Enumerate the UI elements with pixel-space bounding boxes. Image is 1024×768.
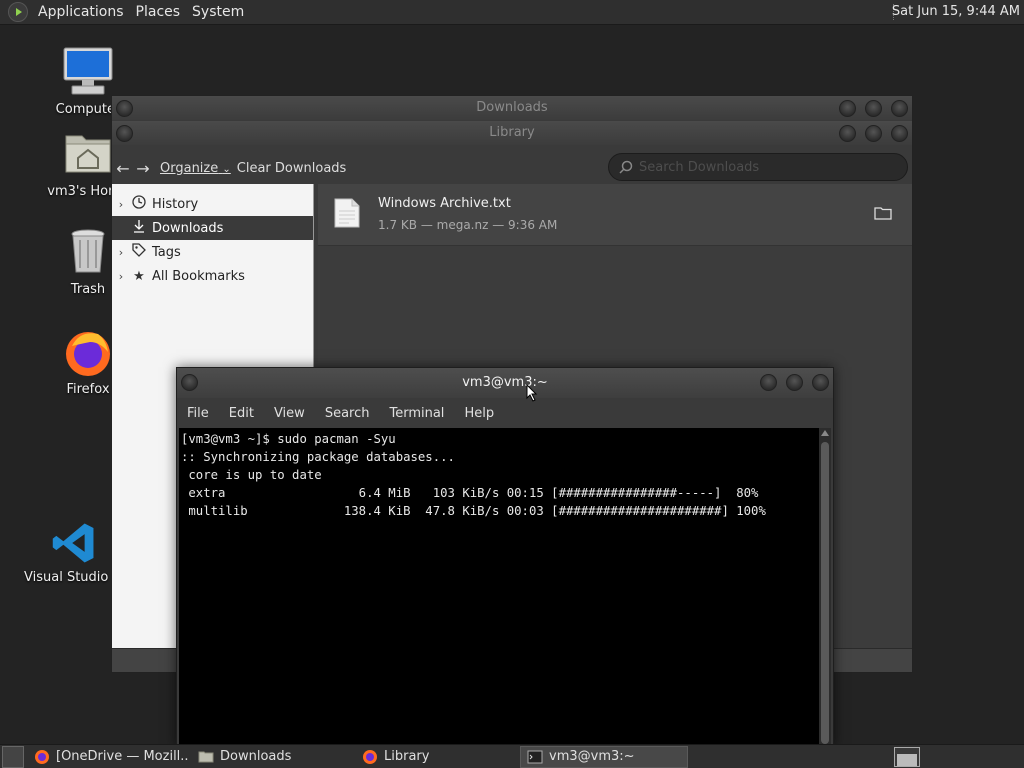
terminal-menu-edit[interactable]: Edit <box>219 406 264 421</box>
sidebar-item-label: Downloads <box>152 220 224 236</box>
maximize-button[interactable] <box>865 125 882 142</box>
download-filename: Windows Archive.txt <box>378 196 511 211</box>
sidebar-item-all-bookmarks[interactable]: › ★ All Bookmarks <box>112 264 313 288</box>
maximize-button[interactable] <box>865 100 882 117</box>
close-button[interactable] <box>812 374 829 391</box>
sidebar-item-history[interactable]: › History <box>112 192 313 216</box>
organize-label: Organize <box>160 160 219 176</box>
menu-applications[interactable]: Applications <box>32 4 130 20</box>
maximize-button[interactable] <box>786 374 803 391</box>
forward-arrow-icon[interactable]: → <box>134 159 152 178</box>
organize-button[interactable]: Organize ⌄ <box>160 161 231 176</box>
library-titlebar[interactable]: Library <box>112 121 912 145</box>
top-panel: Applications Places System Sat Jun 15, 9… <box>0 0 1024 25</box>
bottom-taskbar: [OneDrive — Mozill... Downloads Library … <box>0 744 1024 768</box>
computer-icon <box>63 47 113 95</box>
search-input[interactable] <box>639 159 889 175</box>
terminal-menubar: File Edit View Search Terminal Help <box>177 398 833 428</box>
terminal-menu-search[interactable]: Search <box>315 406 380 421</box>
star-icon: ★ <box>133 268 145 284</box>
task-label: Library <box>384 749 430 764</box>
window-menu-button[interactable] <box>181 374 198 391</box>
folder-icon <box>198 751 214 762</box>
terminal-line: multilib 138.4 KiB 47.8 KiB/s 00:03 [###… <box>181 504 766 518</box>
tag-icon <box>130 243 148 261</box>
open-folder-icon[interactable] <box>874 206 892 220</box>
terminal-window[interactable]: vm3@vm3:~ File Edit View Search Terminal… <box>176 367 834 747</box>
terminal-menu-view[interactable]: View <box>264 406 315 421</box>
download-meta: 1.7 KB — mega.nz — 9:36 AM <box>378 218 558 232</box>
search-box[interactable] <box>608 153 908 181</box>
terminal-menu-terminal[interactable]: Terminal <box>379 406 454 421</box>
menu-system[interactable]: System <box>186 4 250 20</box>
text-file-icon <box>334 198 360 228</box>
chevron-down-icon: ⌄ <box>222 163 231 175</box>
expand-arrow-icon[interactable]: › <box>112 198 130 211</box>
task-label: Downloads <box>220 749 292 764</box>
task-label: [OneDrive — Mozill... <box>56 749 188 764</box>
download-icon <box>130 219 148 237</box>
terminal-line: core is up to date <box>181 468 322 482</box>
back-arrow-icon[interactable]: ← <box>114 159 132 178</box>
terminal-line: :: Synchronizing package databases... <box>181 450 455 464</box>
terminal-menu-file[interactable]: File <box>177 406 219 421</box>
task-library[interactable]: Library <box>356 746 516 768</box>
terminal-line: extra 6.4 MiB 103 KiB/s 00:15 [#########… <box>181 486 759 500</box>
expand-arrow-icon[interactable]: › <box>112 270 130 283</box>
desktop-icon-vscode[interactable]: Visual Studio Code <box>24 520 124 585</box>
task-downloads[interactable]: Downloads <box>192 746 352 768</box>
task-label: vm3@vm3:~ <box>549 749 635 764</box>
window-menu-button[interactable] <box>116 125 133 142</box>
sidebar-item-downloads[interactable]: Downloads <box>112 216 313 240</box>
downloads-window-title: Downloads <box>476 100 548 115</box>
firefox-icon <box>35 749 49 764</box>
scrollbar-thumb[interactable] <box>821 442 829 744</box>
search-icon <box>619 160 633 174</box>
sidebar-item-label: All Bookmarks <box>152 268 245 284</box>
desktop-icon-label: Visual Studio Code <box>24 570 124 585</box>
library-window-title: Library <box>489 125 535 140</box>
panel-clock[interactable]: Sat Jun 15, 9:44 AM <box>892 4 1020 19</box>
terminal-titlebar[interactable]: vm3@vm3:~ <box>177 368 833 398</box>
close-button[interactable] <box>891 125 908 142</box>
sidebar-item-tags[interactable]: › Tags <box>112 240 313 264</box>
downloads-titlebar[interactable]: Downloads <box>112 96 912 120</box>
mouse-cursor-icon <box>526 384 538 402</box>
vscode-icon <box>52 523 94 563</box>
terminal-output[interactable]: [vm3@vm3 ~]$ sudo pacman -Syu:: Synchron… <box>179 428 821 746</box>
firefox-icon <box>66 332 110 376</box>
firefox-icon <box>363 749 377 764</box>
close-button[interactable] <box>891 100 908 117</box>
show-desktop-icon[interactable] <box>2 745 24 768</box>
menu-places[interactable]: Places <box>130 4 187 20</box>
terminal-line: [vm3@vm3 ~]$ sudo pacman -Syu <box>181 432 396 446</box>
minimize-button[interactable] <box>760 374 777 391</box>
sidebar-item-label: Tags <box>152 244 181 260</box>
clear-downloads-button[interactable]: Clear Downloads <box>237 161 347 176</box>
workspace-switcher[interactable] <box>894 747 920 767</box>
scroll-up-arrow-icon[interactable] <box>821 430 829 436</box>
expand-arrow-icon[interactable]: › <box>112 246 130 259</box>
terminal-scrollbar[interactable] <box>819 428 831 746</box>
terminal-menu-help[interactable]: Help <box>454 406 504 421</box>
clock-icon <box>130 195 148 213</box>
distro-logo-icon[interactable] <box>8 2 28 22</box>
task-terminal[interactable]: vm3@vm3:~ <box>520 745 688 768</box>
window-menu-button[interactable] <box>116 100 133 117</box>
download-item[interactable]: Windows Archive.txt 1.7 KB — mega.nz — 9… <box>318 184 912 246</box>
task-onedrive-firefox[interactable]: [OneDrive — Mozill... <box>28 746 188 768</box>
minimize-button[interactable] <box>839 125 856 142</box>
minimize-button[interactable] <box>839 100 856 117</box>
trash-icon <box>71 229 105 273</box>
home-folder-icon <box>65 135 111 173</box>
terminal-icon <box>527 750 543 763</box>
sidebar-item-label: History <box>152 196 199 212</box>
